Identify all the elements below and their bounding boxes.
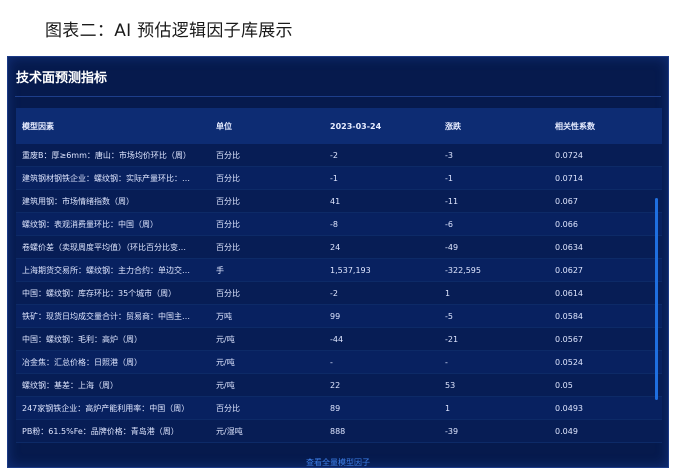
cell-correlation: 0.0634 xyxy=(555,242,583,252)
cell-value: 89 xyxy=(330,403,341,413)
table-row[interactable]: 中国：螺纹钢：库存环比：35个城市（周） 百分比 -2 1 0.0614 xyxy=(16,282,662,305)
table-header: 模型因素 单位 2023-03-24 涨跌 相关性系数 xyxy=(16,108,662,144)
cell-value: -2 xyxy=(330,150,338,160)
cell-unit: 元/吨 xyxy=(216,357,235,367)
table-row[interactable]: 建筑钢材钢铁企业：螺纹钢：实际产量环比：… 百分比 -1 -1 0.0714 xyxy=(16,167,662,190)
table-row[interactable]: 螺纹钢：基差：上海（周） 元/吨 22 53 0.05 xyxy=(16,374,662,397)
cell-change: -49 xyxy=(445,242,459,252)
cell-unit: 百分比 xyxy=(216,242,240,252)
cell-value: - xyxy=(330,357,333,367)
view-all-factors-link[interactable]: 查看全量模型因子 xyxy=(8,457,668,467)
table-row[interactable]: PB粉：61.5%Fe：品牌价格：青岛港（周） 元/湿吨 888 -39 0.049 xyxy=(16,420,662,443)
cell-value: -2 xyxy=(330,288,338,298)
cell-value: -1 xyxy=(330,173,338,183)
cell-correlation: 0.0493 xyxy=(555,403,583,413)
cell-change: -5 xyxy=(445,311,453,321)
header-date-value[interactable]: 2023-03-24 xyxy=(324,122,439,131)
table-row[interactable]: 冶金焦：汇总价格：日照港（周） 元/吨 - - 0.0524 xyxy=(16,351,662,374)
table-row[interactable]: 重废B：厚≥6mm：唐山：市场均价环比（周） 百分比 -2 -3 0.0724 xyxy=(16,144,662,167)
cell-value: 24 xyxy=(330,242,341,252)
cell-correlation: 0.0614 xyxy=(555,288,583,298)
table-row[interactable]: 上海期货交易所：螺纹钢：主力合约：单边交… 手 1,537,193 -322,595 0… xyxy=(16,259,662,282)
cell-change: -21 xyxy=(445,334,459,344)
table-scrollbar[interactable] xyxy=(655,198,658,400)
title-divider xyxy=(15,96,661,97)
factor-table: 模型因素 单位 2023-03-24 涨跌 相关性系数 重废B：厚≥6mm：唐山… xyxy=(16,108,662,452)
table-row[interactable]: 建筑用钢：市场情绪指数（周） 百分比 41 -11 0.067 xyxy=(16,190,662,213)
cell-correlation: 0.067 xyxy=(555,196,578,206)
cell-correlation: 0.0724 xyxy=(555,150,583,160)
cell-unit: 元/吨 xyxy=(216,380,235,390)
cell-unit: 百分比 xyxy=(216,219,240,229)
cell-change: - xyxy=(445,357,448,367)
table-row[interactable]: 螺纹钢：表观消费量环比：中国（周） 百分比 -8 -6 0.066 xyxy=(16,213,662,236)
cell-factor: PB粉：61.5%Fe：品牌价格：青岛港（周） xyxy=(22,426,179,436)
table-row[interactable]: 247家钢铁企业：高炉产能利用率：中国（周） 百分比 89 1 0.0493 xyxy=(16,397,662,420)
cell-factor: 247家钢铁企业：高炉产能利用率：中国（周） xyxy=(22,403,190,413)
cell-value: 22 xyxy=(330,380,341,390)
cell-correlation: 0.0714 xyxy=(555,173,583,183)
cell-unit: 手 xyxy=(216,265,224,275)
cell-factor: 螺纹钢：基差：上海（周） xyxy=(22,380,118,390)
table-row[interactable]: 卷螺价差（卖现周度平均值）（环比百分比变… 百分比 24 -49 0.0634 xyxy=(16,236,662,259)
cell-value: -8 xyxy=(330,219,338,229)
table-row[interactable]: 中国：螺纹钢：毛利：高炉（周） 元/吨 -44 -21 0.0567 xyxy=(16,328,662,351)
cell-change: 53 xyxy=(445,380,456,390)
panel-title: 技术面预测指标 xyxy=(16,71,108,86)
cell-value: 888 xyxy=(330,426,346,436)
cell-correlation: 0.0627 xyxy=(555,265,583,275)
cell-unit: 百分比 xyxy=(216,173,240,183)
cell-change: 1 xyxy=(445,403,451,413)
cell-value: 99 xyxy=(330,311,341,321)
cell-change: -11 xyxy=(445,196,459,206)
header-change[interactable]: 涨跌 xyxy=(439,121,549,132)
cell-unit: 百分比 xyxy=(216,150,240,160)
cell-unit: 元/湿吨 xyxy=(216,426,243,436)
cell-correlation: 0.0584 xyxy=(555,311,583,321)
cell-change: -39 xyxy=(445,426,459,436)
cell-unit: 百分比 xyxy=(216,288,240,298)
cell-factor: 建筑用钢：市场情绪指数（周） xyxy=(22,196,134,206)
figure-caption: 图表二：AI 预估逻辑因子库展示 xyxy=(45,21,293,41)
cell-factor: 建筑钢材钢铁企业：螺纹钢：实际产量环比：… xyxy=(22,173,190,183)
table-body: 重废B：厚≥6mm：唐山：市场均价环比（周） 百分比 -2 -3 0.0724 建筑钢材钢… xyxy=(16,144,662,443)
cell-unit: 元/吨 xyxy=(216,334,235,344)
header-unit[interactable]: 单位 xyxy=(210,121,324,132)
cell-factor: 中国：螺纹钢：库存环比：35个城市（周） xyxy=(22,288,177,298)
header-correlation[interactable]: 相关性系数 xyxy=(549,121,662,132)
cell-change: -3 xyxy=(445,150,453,160)
cell-change: 1 xyxy=(445,288,451,298)
cell-unit: 百分比 xyxy=(216,196,240,206)
cell-factor: 冶金焦：汇总价格：日照港（周） xyxy=(22,357,142,367)
cell-factor: 卷螺价差（卖现周度平均值）（环比百分比变… xyxy=(22,242,186,252)
cell-factor: 螺纹钢：表观消费量环比：中国（周） xyxy=(22,219,158,229)
cell-unit: 万吨 xyxy=(216,311,232,321)
factor-panel: 技术面预测指标 模型因素 单位 2023-03-24 涨跌 相关性系数 重废B：… xyxy=(7,56,669,468)
cell-change: -1 xyxy=(445,173,453,183)
cell-factor: 上海期货交易所：螺纹钢：主力合约：单边交… xyxy=(22,265,190,275)
cell-factor: 重废B：厚≥6mm：唐山：市场均价环比（周） xyxy=(22,150,191,160)
cell-correlation: 0.049 xyxy=(555,426,578,436)
cell-unit: 百分比 xyxy=(216,403,240,413)
cell-correlation: 0.0567 xyxy=(555,334,583,344)
cell-factor: 中国：螺纹钢：毛利：高炉（周） xyxy=(22,334,142,344)
cell-correlation: 0.05 xyxy=(555,380,573,390)
cell-correlation: 0.066 xyxy=(555,219,578,229)
cell-change: -322,595 xyxy=(445,265,481,275)
cell-change: -6 xyxy=(445,219,453,229)
table-row[interactable]: 铁矿：现货日均成交量合计：贸易商：中国主… 万吨 99 -5 0.0584 xyxy=(16,305,662,328)
cell-value: 1,537,193 xyxy=(330,265,371,275)
cell-factor: 铁矿：现货日均成交量合计：贸易商：中国主… xyxy=(22,311,190,321)
cell-value: -44 xyxy=(330,334,344,344)
header-factor[interactable]: 模型因素 xyxy=(16,121,210,132)
cell-value: 41 xyxy=(330,196,341,206)
cell-correlation: 0.0524 xyxy=(555,357,583,367)
